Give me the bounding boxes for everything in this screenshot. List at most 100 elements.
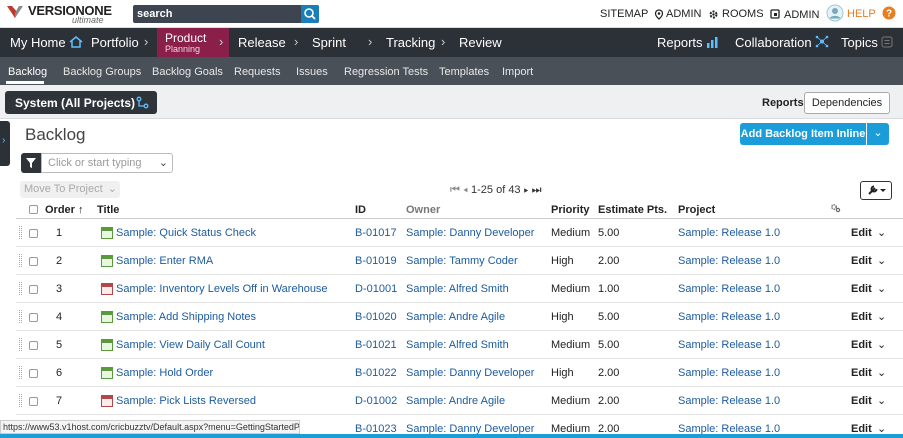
chevron-down-icon[interactable]: ⌄: [877, 226, 886, 239]
column-settings-icon[interactable]: [830, 203, 841, 216]
row-owner[interactable]: Sample: Tammy Coder: [406, 255, 518, 267]
table-row[interactable]: 2 Sample: Enter RMA B-01019 Sample: Tammy C…: [16, 247, 903, 275]
row-owner[interactable]: Sample: Alfred Smith: [406, 339, 509, 351]
row-edit-button[interactable]: Edit: [851, 367, 872, 379]
row-owner[interactable]: Sample: Alfred Smith: [406, 283, 509, 295]
drag-handle[interactable]: [19, 254, 22, 267]
subnav-backlog-groups[interactable]: Backlog Groups: [63, 66, 141, 78]
select-all-checkbox[interactable]: [29, 205, 38, 214]
subnav-requests[interactable]: Requests: [234, 66, 280, 78]
nav-tracking[interactable]: Tracking: [386, 35, 435, 50]
row-checkbox[interactable]: [29, 229, 38, 238]
subnav-import[interactable]: Import: [502, 66, 533, 78]
row-owner[interactable]: Sample: Danny Developer: [406, 227, 534, 239]
chevron-down-icon[interactable]: ⌄: [877, 310, 886, 323]
filter-button[interactable]: [21, 153, 41, 173]
table-row[interactable]: 1 Sample: Quick Status Check B-01017 Sample…: [16, 219, 903, 247]
sidebar-toggle[interactable]: ›: [0, 121, 10, 166]
row-title[interactable]: Sample: Inventory Levels Off in Warehous…: [116, 283, 328, 295]
row-project[interactable]: Sample: Release 1.0: [678, 311, 780, 323]
drag-handle[interactable]: [19, 394, 22, 407]
drag-handle[interactable]: [19, 226, 22, 239]
drag-handle[interactable]: [19, 282, 22, 295]
table-row[interactable]: 3 Sample: Inventory Levels Off in Warehou…: [16, 275, 903, 303]
next-page-icon[interactable]: ▸: [524, 184, 529, 196]
first-page-icon[interactable]: ⏮: [450, 184, 460, 196]
nav-sprint[interactable]: Sprint: [312, 35, 346, 50]
drag-handle[interactable]: [19, 366, 22, 379]
row-project[interactable]: Sample: Release 1.0: [678, 283, 780, 295]
nav-topics[interactable]: Topics: [841, 35, 893, 50]
row-id[interactable]: B-01021: [355, 339, 397, 351]
drag-handle[interactable]: [19, 338, 22, 351]
row-owner[interactable]: Sample: Danny Developer: [406, 367, 534, 379]
drag-handle[interactable]: [19, 310, 22, 323]
table-row[interactable]: 5 Sample: View Daily Call Count B-01021 Sam…: [16, 331, 903, 359]
versionone-logo[interactable]: VERSIONONE ultimate: [6, 2, 131, 26]
row-owner[interactable]: Sample: Andre Agile: [406, 311, 505, 323]
table-row[interactable]: 6 Sample: Hold Order B-01022 Sample: Danny …: [16, 359, 903, 387]
chevron-down-icon[interactable]: ⌄: [877, 254, 886, 267]
row-title[interactable]: Sample: Hold Order: [116, 367, 213, 379]
subnav-issues[interactable]: Issues: [296, 66, 328, 78]
row-title[interactable]: Sample: Quick Status Check: [116, 227, 256, 239]
row-edit-button[interactable]: Edit: [851, 227, 872, 239]
search-button[interactable]: [301, 5, 319, 23]
row-checkbox[interactable]: [29, 257, 38, 266]
nav-reports[interactable]: Reports: [657, 35, 719, 50]
table-row[interactable]: 4 Sample: Add Shipping Notes B-01020 Sample…: [16, 303, 903, 331]
add-options-dropdown[interactable]: ⌄: [867, 123, 889, 145]
nav-my-home[interactable]: My Home: [10, 35, 83, 50]
row-title[interactable]: Sample: View Daily Call Count: [116, 339, 265, 351]
row-edit-button[interactable]: Edit: [851, 255, 872, 267]
row-project[interactable]: Sample: Release 1.0: [678, 255, 780, 267]
user-menu[interactable]: ADMIN: [784, 4, 844, 22]
row-title[interactable]: Sample: Pick Lists Reversed: [116, 395, 256, 407]
search-input[interactable]: [137, 6, 297, 22]
row-checkbox[interactable]: [29, 285, 38, 294]
row-id[interactable]: B-01019: [355, 255, 397, 267]
admin-settings-link[interactable]: ADMIN: [666, 8, 719, 20]
col-project[interactable]: Project: [678, 204, 715, 216]
nav-review[interactable]: Review: [459, 35, 502, 50]
move-to-project-button[interactable]: Move To Project ⌄: [20, 181, 120, 198]
chevron-down-icon[interactable]: ⌄: [877, 282, 886, 295]
row-project[interactable]: Sample: Release 1.0: [678, 395, 780, 407]
row-project[interactable]: Sample: Release 1.0: [678, 339, 780, 351]
subnav-backlog-goals[interactable]: Backlog Goals: [152, 66, 223, 78]
chevron-down-icon[interactable]: ⌄: [877, 394, 886, 407]
row-checkbox[interactable]: [29, 341, 38, 350]
row-project[interactable]: Sample: Release 1.0: [678, 227, 780, 239]
project-selector[interactable]: System (All Projects): [5, 91, 157, 114]
row-checkbox[interactable]: [29, 397, 38, 406]
add-backlog-item-button[interactable]: Add Backlog Item Inline: [740, 123, 866, 145]
sitemap-link[interactable]: SITEMAP: [600, 8, 664, 20]
nav-portfolio[interactable]: Portfolio: [91, 35, 139, 50]
subnav-templates[interactable]: Templates: [439, 66, 489, 78]
row-edit-button[interactable]: Edit: [851, 283, 872, 295]
chevron-down-icon[interactable]: ⌄: [877, 366, 886, 379]
rooms-link[interactable]: ROOMS: [722, 8, 780, 20]
row-edit-button[interactable]: Edit: [851, 339, 872, 351]
dependencies-button[interactable]: Dependencies: [804, 92, 890, 114]
row-edit-button[interactable]: Edit: [851, 395, 872, 407]
row-id[interactable]: D-01002: [355, 395, 397, 407]
row-id[interactable]: D-01001: [355, 283, 397, 295]
col-priority[interactable]: Priority: [551, 204, 590, 216]
subnav-backlog[interactable]: Backlog: [8, 66, 47, 78]
prev-page-icon[interactable]: ◂: [463, 184, 468, 196]
row-project[interactable]: Sample: Release 1.0: [678, 367, 780, 379]
help-link[interactable]: HELP ?: [847, 6, 896, 20]
row-id[interactable]: B-01022: [355, 367, 397, 379]
row-id[interactable]: B-01017: [355, 227, 397, 239]
col-title[interactable]: Title: [97, 204, 119, 216]
row-id[interactable]: B-01020: [355, 311, 397, 323]
col-id[interactable]: ID: [355, 204, 366, 216]
filter-input[interactable]: Click or start typing ⌄: [41, 153, 173, 173]
nav-release[interactable]: Release: [238, 35, 286, 50]
row-edit-button[interactable]: Edit: [851, 311, 872, 323]
col-order[interactable]: Order ↑: [45, 204, 84, 216]
grid-settings-button[interactable]: [860, 181, 892, 200]
row-checkbox[interactable]: [29, 369, 38, 378]
row-title[interactable]: Sample: Enter RMA: [116, 255, 213, 267]
